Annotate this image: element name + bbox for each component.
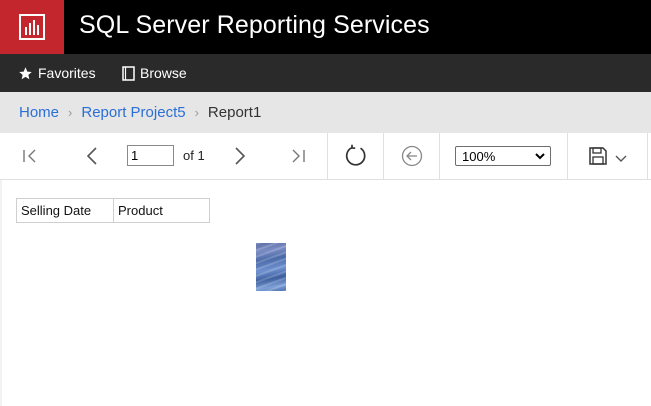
toolbar-divider <box>647 133 648 179</box>
report-image <box>256 243 286 291</box>
first-page-button[interactable] <box>12 133 48 179</box>
save-icon <box>588 147 607 165</box>
toolbar-divider <box>567 133 568 179</box>
previous-page-icon <box>86 147 97 165</box>
toolbar-divider <box>439 133 440 179</box>
refresh-icon <box>345 144 366 166</box>
refresh-button[interactable] <box>328 133 383 179</box>
next-page-icon <box>235 147 246 165</box>
star-icon <box>19 66 32 79</box>
zoom-select[interactable]: 100% <box>455 146 551 166</box>
report-toolbar: of 1 100% <box>0 133 651 180</box>
last-page-icon <box>292 149 305 163</box>
page-number-input[interactable] <box>127 145 174 166</box>
favorites-label: Favorites <box>38 65 96 81</box>
last-page-button[interactable] <box>280 133 316 179</box>
export-save-button[interactable] <box>580 133 635 179</box>
browse-nav[interactable]: Browse <box>122 54 187 92</box>
report-logo-icon <box>19 14 45 40</box>
back-button[interactable] <box>384 133 439 179</box>
back-icon <box>401 145 422 167</box>
breadcrumb-home[interactable]: Home <box>19 104 59 121</box>
dropdown-arrow-icon <box>535 153 545 160</box>
column-header-selling-date: Selling Date <box>16 198 114 223</box>
page-count-label: of 1 <box>183 148 205 163</box>
column-header-product: Product <box>113 198 210 223</box>
first-page-icon <box>23 149 36 163</box>
next-page-button[interactable] <box>222 133 258 179</box>
browse-label: Browse <box>140 65 187 81</box>
title-bar: SQL Server Reporting Services <box>0 0 651 54</box>
breadcrumb: Home › Report Project5 › Report1 <box>0 92 651 133</box>
zoom-value: 100% <box>462 148 496 164</box>
chevron-down-icon <box>615 155 626 162</box>
breadcrumb-separator-icon: › <box>194 105 199 120</box>
previous-page-button[interactable] <box>74 133 110 179</box>
report-table: Selling Date Product <box>16 198 210 223</box>
app-title: SQL Server Reporting Services <box>79 11 430 39</box>
breadcrumb-project[interactable]: Report Project5 <box>81 104 185 121</box>
breadcrumb-current: Report1 <box>207 104 262 121</box>
ssrs-logo[interactable] <box>0 0 64 54</box>
report-canvas-edge <box>0 180 2 406</box>
table-header-row: Selling Date Product <box>16 198 210 223</box>
favorites-nav[interactable]: Favorites <box>18 54 96 92</box>
nav-bar: Favorites Browse <box>0 54 651 92</box>
breadcrumb-separator-icon: › <box>68 105 73 120</box>
browse-icon <box>122 65 135 81</box>
